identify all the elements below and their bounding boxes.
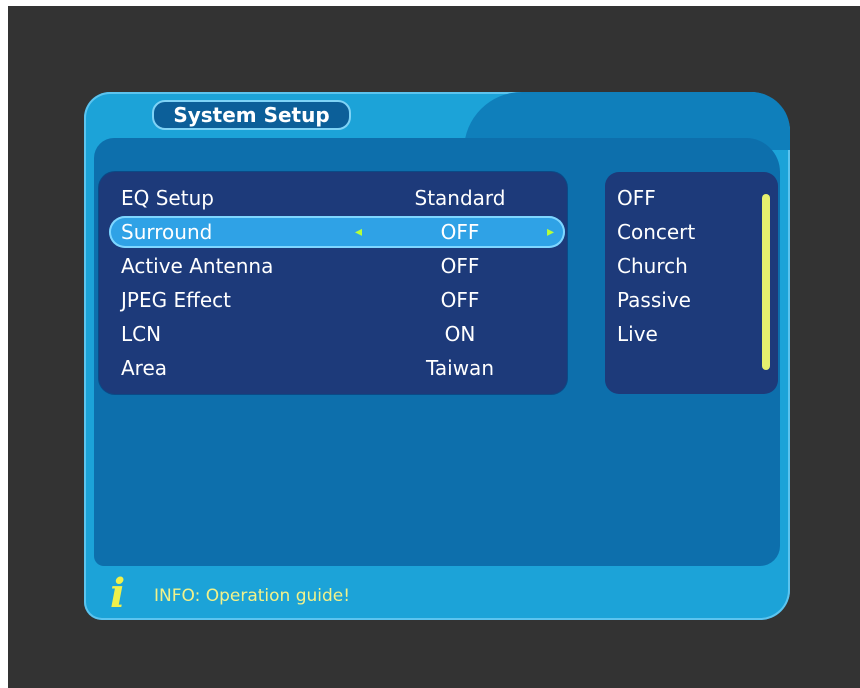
setting-row-area[interactable]: Area Taiwan (109, 352, 565, 384)
setting-row-active-antenna[interactable]: Active Antenna OFF (109, 250, 565, 282)
setting-value: OFF (440, 254, 480, 278)
setting-label: EQ Setup (121, 186, 214, 210)
info-icon: i (110, 570, 126, 617)
setting-label: Active Antenna (121, 254, 274, 278)
option-item-church[interactable]: Church (617, 250, 688, 282)
setting-value: ON (444, 322, 476, 346)
setting-value: Taiwan (425, 356, 494, 380)
setting-label: LCN (121, 322, 162, 346)
option-item-concert[interactable]: Concert (617, 216, 695, 248)
settings-panel: EQ Setup Standard Surround ◂ OFF ▸ Activ… (99, 172, 567, 394)
option-item-passive[interactable]: Passive (617, 284, 691, 316)
right-arrow-icon[interactable]: ▸ (547, 216, 554, 248)
option-item-off[interactable]: OFF (617, 182, 656, 214)
tv-screen: System Setup EQ Setup Standard Surround … (8, 6, 860, 688)
setting-label: JPEG Effect (121, 288, 232, 312)
setting-label: Surround (121, 220, 213, 244)
info-text: INFO: Operation guide! (154, 586, 351, 606)
setting-row-eq-setup[interactable]: EQ Setup Standard (109, 182, 565, 214)
setting-row-lcn[interactable]: LCN ON (109, 318, 565, 350)
options-panel: OFF Concert Church Passive Live (605, 172, 778, 394)
options-scrollbar[interactable] (762, 194, 770, 370)
setting-value: Standard (414, 186, 506, 210)
page-title: System Setup (152, 100, 351, 130)
setting-label: Area (121, 356, 168, 380)
info-bar: i INFO: Operation guide! (84, 566, 790, 618)
setting-value: OFF (440, 220, 480, 244)
option-item-live[interactable]: Live (617, 318, 658, 350)
setting-row-surround[interactable]: Surround ◂ OFF ▸ (109, 216, 565, 248)
setting-row-jpeg-effect[interactable]: JPEG Effect OFF (109, 284, 565, 316)
setting-value: OFF (440, 288, 480, 312)
